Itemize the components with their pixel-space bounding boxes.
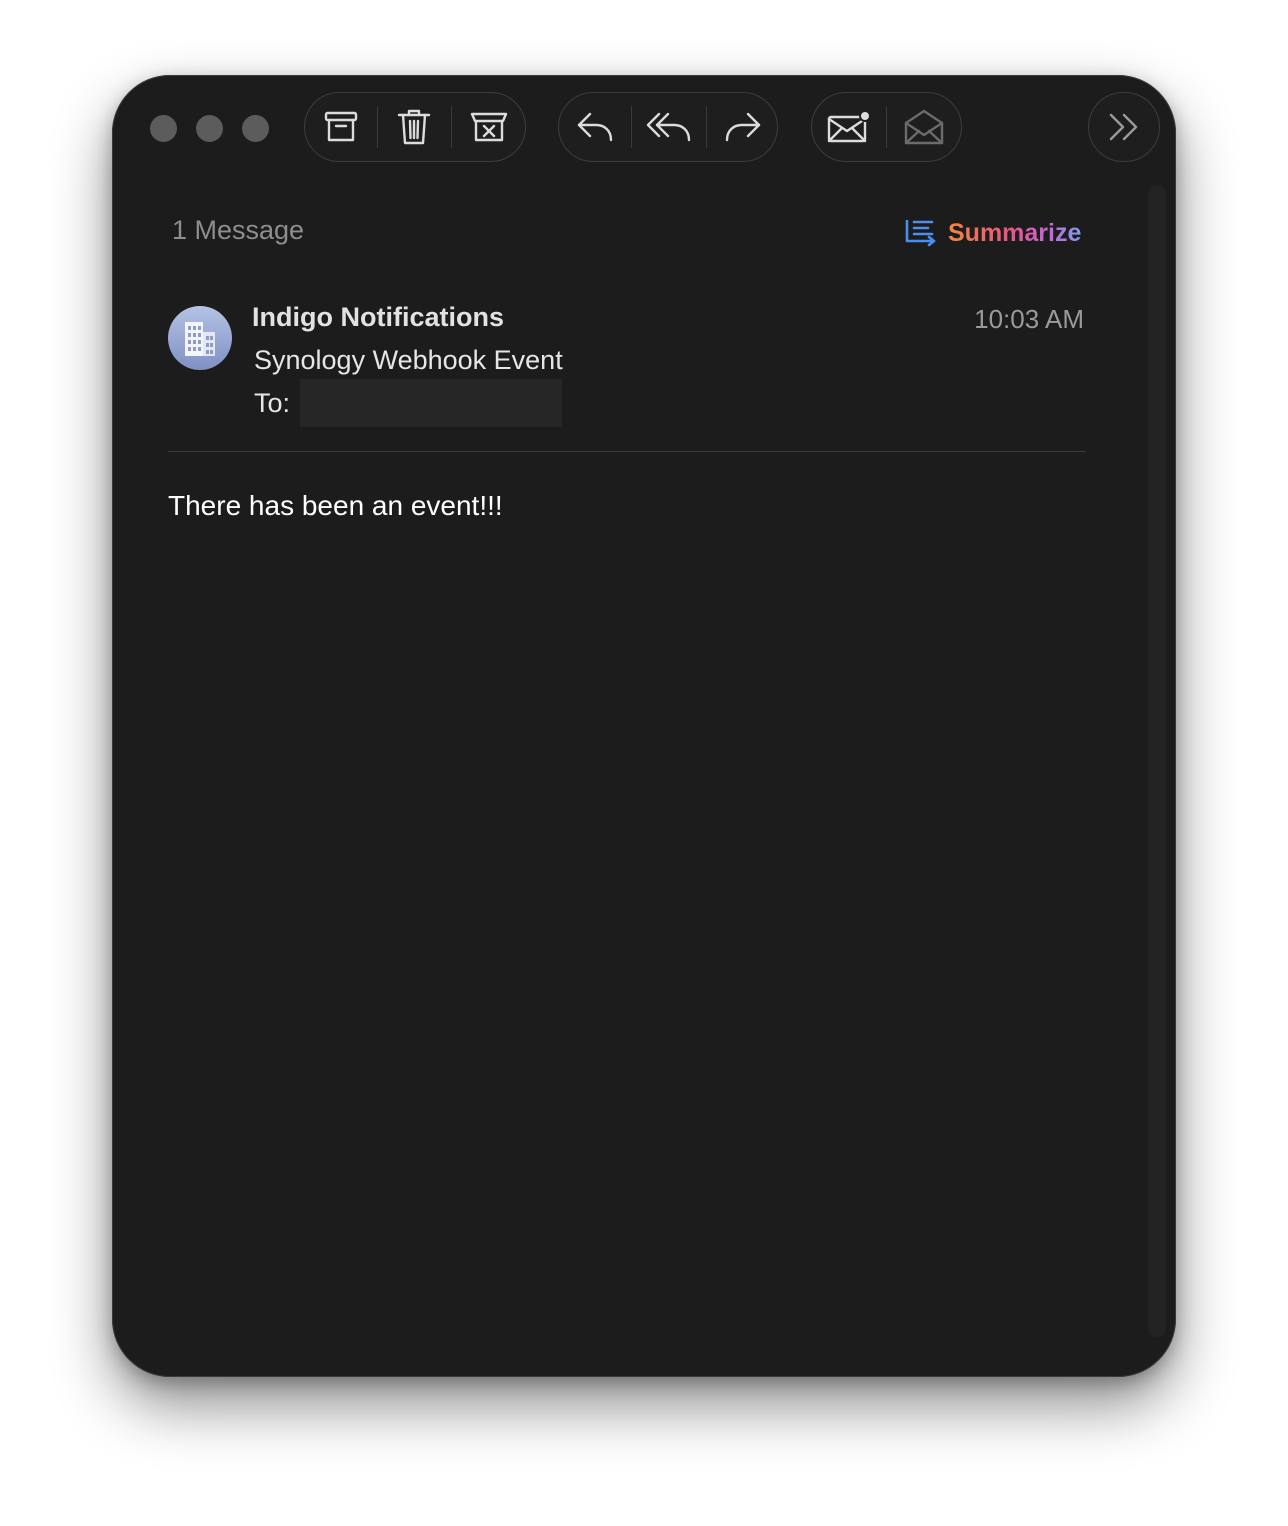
close-window-button[interactable]: [150, 115, 177, 142]
header-divider: [168, 451, 1086, 452]
forward-button[interactable]: [707, 93, 779, 161]
delete-button[interactable]: [378, 93, 450, 161]
mark-read-button[interactable]: [887, 93, 961, 161]
sender-avatar: [168, 306, 232, 370]
more-actions-button[interactable]: [1089, 93, 1159, 161]
mail-message-window: 1 Message Summarize Indigo Notifications…: [112, 75, 1176, 1377]
message-subject: Synology Webhook Event: [254, 345, 563, 375]
scrollbar[interactable]: [1148, 185, 1166, 1337]
zoom-window-button[interactable]: [242, 115, 269, 142]
message-body: There has been an event!!!: [168, 490, 503, 521]
junk-icon: [470, 112, 508, 142]
trash-icon: [397, 109, 431, 145]
message-time: 10:03 AM: [974, 304, 1084, 334]
mailbox-actions-group: [304, 92, 526, 162]
minimize-window-button[interactable]: [196, 115, 223, 142]
reply-all-button[interactable]: [632, 93, 705, 161]
summarize-icon: [905, 219, 936, 247]
reply-button[interactable]: [559, 93, 631, 161]
sender-name[interactable]: Indigo Notifications: [252, 302, 504, 333]
more-chevrons-icon: [1109, 113, 1138, 141]
junk-button[interactable]: [452, 93, 526, 161]
forward-icon: [725, 112, 761, 142]
mark-read-icon: [904, 109, 944, 145]
building-icon: [185, 322, 215, 356]
to-label: To:: [254, 388, 291, 418]
archive-icon: [324, 111, 358, 142]
reply-actions-group: [558, 92, 778, 162]
mark-unread-button[interactable]: [812, 93, 886, 161]
summarize-label: Summarize: [948, 218, 1082, 247]
message-count: 1 Message: [172, 215, 305, 245]
reply-all-icon: [646, 112, 690, 142]
summarize-button[interactable]: Summarize: [904, 215, 1081, 251]
read-status-group: [811, 92, 962, 162]
more-actions-group: [1088, 92, 1160, 162]
to-recipient-redacted: [300, 379, 562, 427]
reply-icon: [577, 112, 613, 142]
archive-button[interactable]: [305, 93, 377, 161]
mark-unread-icon: [827, 110, 871, 143]
